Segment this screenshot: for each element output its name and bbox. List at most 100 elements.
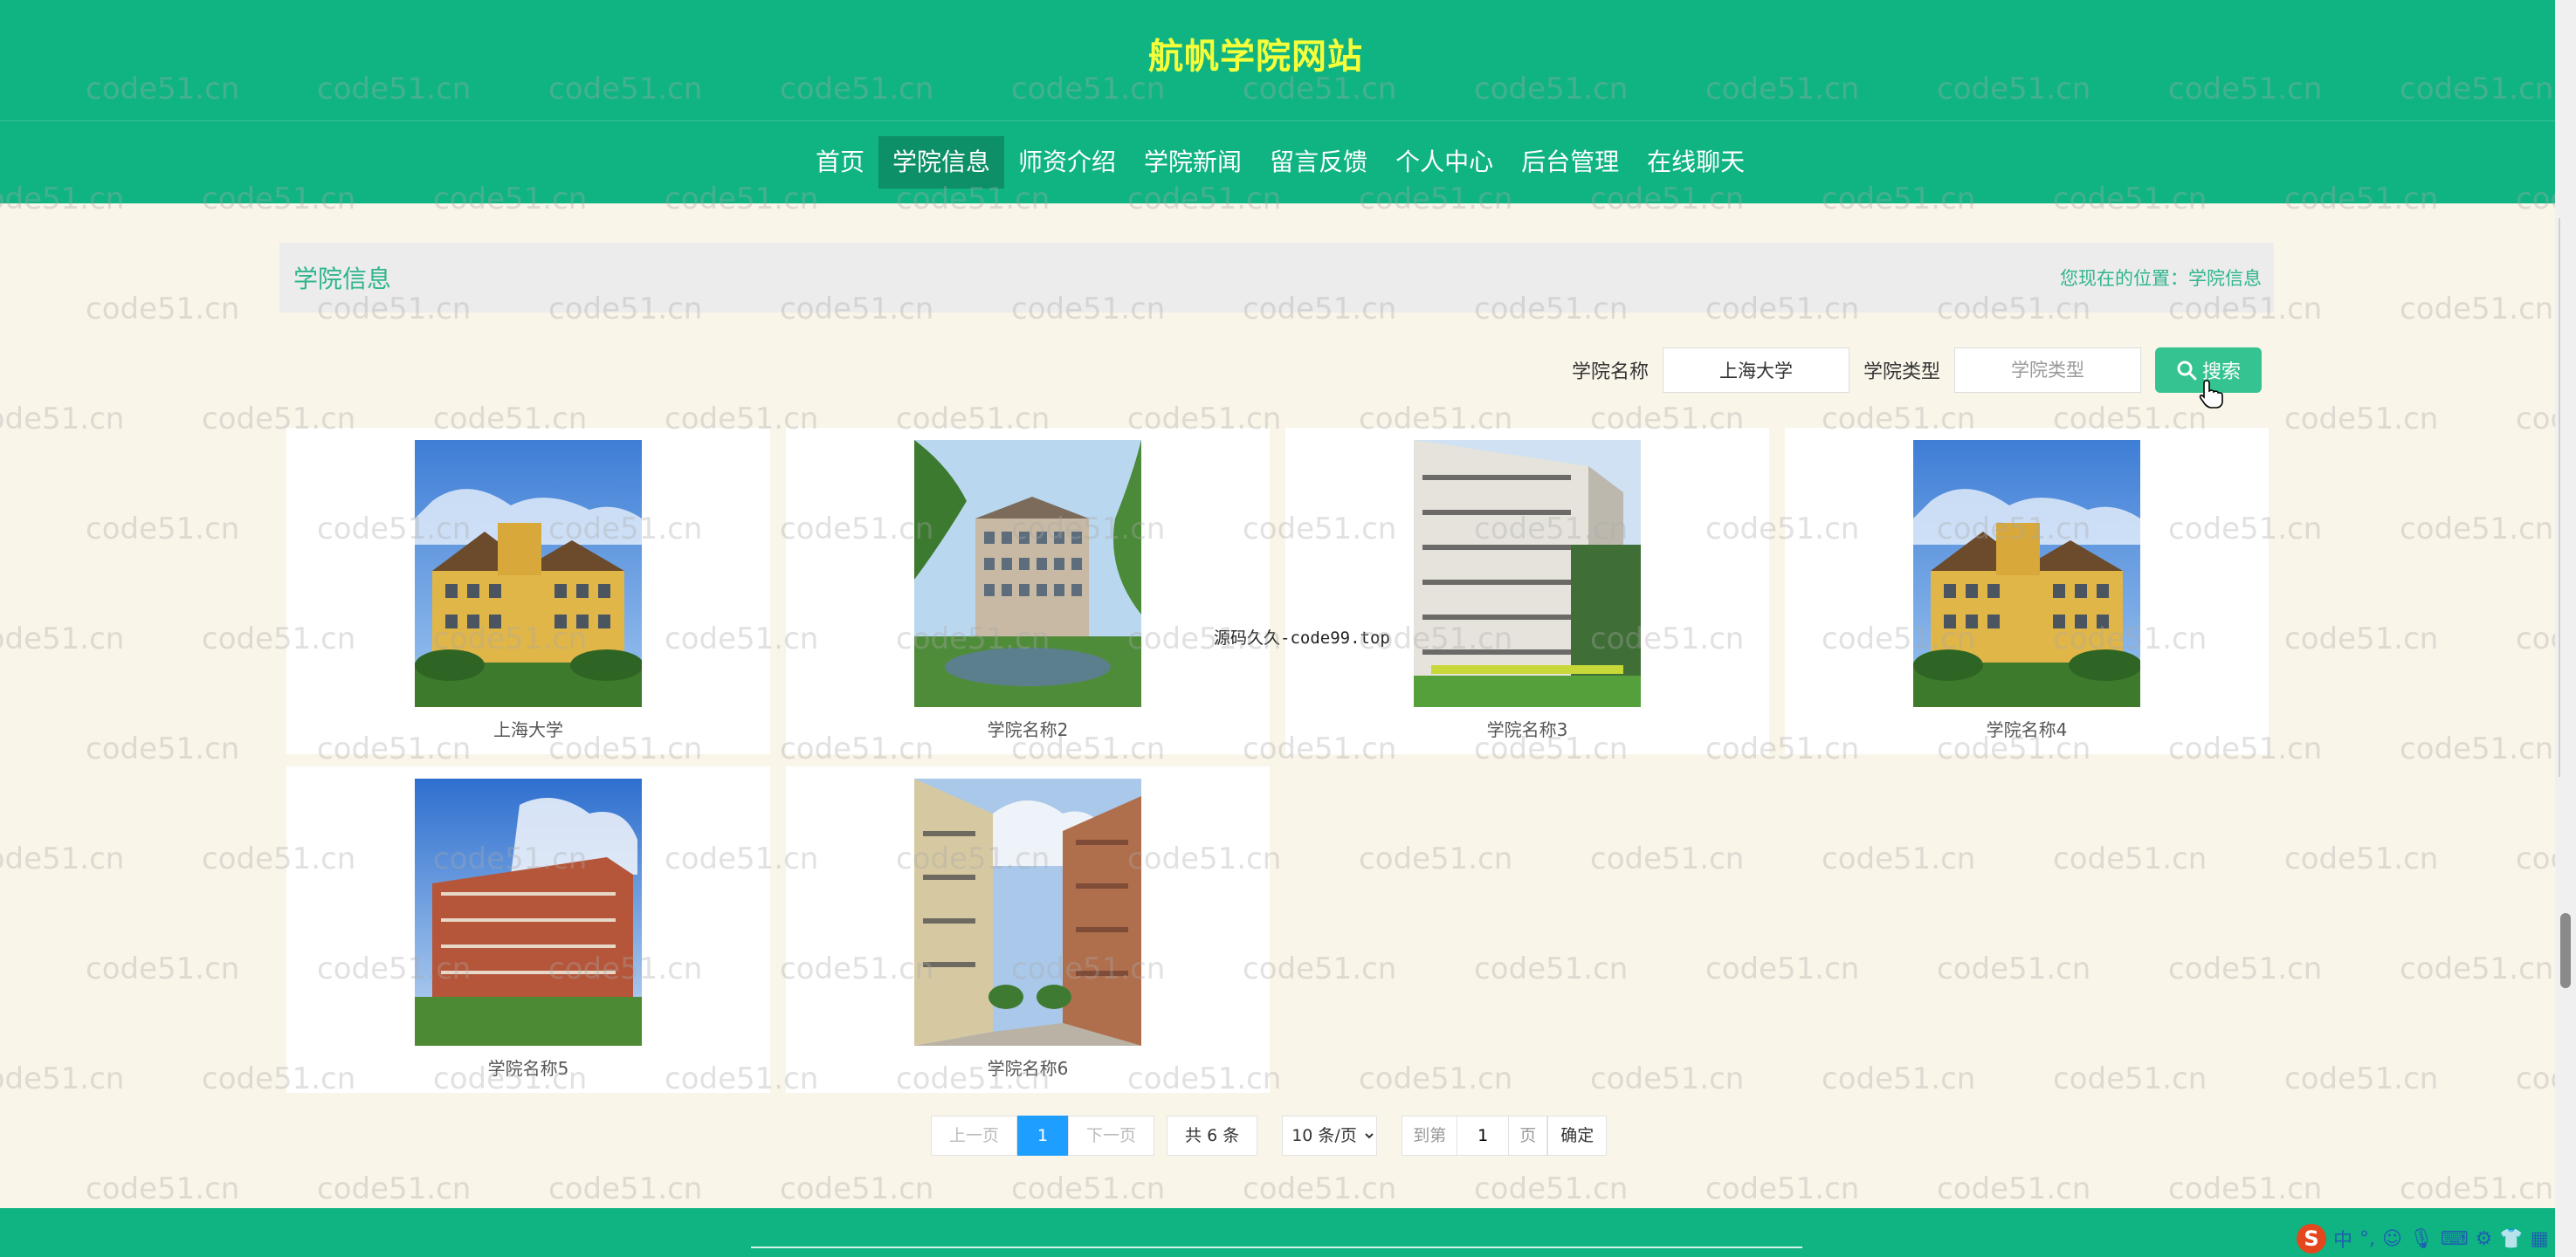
watermark-text: code51.cn [1359,1061,1513,1096]
nav-item-home[interactable]: 首页 [802,136,878,189]
watermark-text: code51.cn [2516,841,2555,876]
watermark-text: code51.cn [2400,951,2554,986]
search-form: 学院名称 学院类型 搜索 [1572,347,2263,393]
nav-item-feedback[interactable]: 留言反馈 [1256,136,1381,189]
watermark-text: code51.cn [1705,1171,1860,1206]
skin-icon[interactable]: 👕 [2499,1228,2523,1250]
watermark-text: code51.cn [1474,951,1629,986]
watermark-text: code51.cn [2053,841,2208,876]
watermark-text: code51.cn [86,951,240,986]
site-title: 航帆学院网站 [1148,37,1363,77]
footer-divider [751,1247,1802,1248]
nav-item-admin[interactable]: 后台管理 [1507,136,1633,189]
watermark-text: code51.cn [1705,951,1860,986]
college-image[interactable] [914,440,1141,707]
college-name[interactable]: 学院名称3 [1285,716,1769,741]
college-type-input[interactable] [1954,347,2142,393]
overlay-note: 源码久久-code99.top [1214,628,1390,648]
location-path: 您现在的位置：学院信息 [2060,264,2262,291]
page-number-current[interactable]: 1 [1017,1116,1069,1156]
watermark-text: code51.cn [2284,402,2439,436]
watermark-text: code51.cn [2516,402,2555,436]
college-image[interactable] [415,779,642,1046]
nav-item-personal-center[interactable]: 个人中心 [1381,136,1507,189]
watermark-text: code51.cn [0,402,125,436]
college-image[interactable] [914,779,1141,1046]
page-title: 学院信息 [293,264,392,293]
hand-cursor-icon [2199,380,2223,409]
grid-menu-icon[interactable]: ▦ [2531,1228,2549,1250]
watermark-text: code51.cn [86,292,240,326]
site-header: 航帆学院网站 首页 学院信息 师资介绍 学院新闻 留言反馈 个人中心 后台管理 … [0,0,2555,203]
watermark-text: code51.cn [86,732,240,766]
microphone-icon[interactable]: 🎙 [2409,1228,2434,1250]
college-image[interactable] [1913,440,2140,707]
college-card[interactable]: 学院名称4 [1785,428,2269,754]
site-footer [0,1208,2555,1257]
college-name[interactable]: 上海大学 [286,716,770,741]
watermark-text: code51.cn [2516,622,2555,656]
watermark-text: code51.cn [0,622,125,656]
ime-toolbar: S 中 °, ☺ 🎙 ⌨ ⚙ 👕 ▦ [2297,1222,2549,1255]
watermark-text: code51.cn [317,1171,472,1206]
goto-confirm-button[interactable]: 确定 [1547,1116,1608,1156]
nav-item-faculty[interactable]: 师资介绍 [1004,136,1130,189]
college-card[interactable]: 学院名称6 [786,766,1270,1093]
page-unit-label: 页 [1509,1116,1548,1156]
prev-page-button[interactable]: 上一页 [931,1116,1018,1156]
college-card[interactable]: 学院名称2 [786,428,1270,754]
watermark-text: code51.cn [1822,1061,1976,1096]
watermark-text: code51.cn [1937,951,2091,986]
college-name[interactable]: 学院名称6 [786,1054,1270,1080]
page-scrollbar[interactable] [2555,0,2576,1257]
watermark-text: code51.cn [1359,841,1513,876]
watermark-text: code51.cn [1590,1061,1745,1096]
keyboard-icon[interactable]: ⌨ [2441,1228,2469,1250]
nav-item-news[interactable]: 学院新闻 [1130,136,1256,189]
total-count: 共 6 条 [1167,1116,1258,1156]
college-type-label: 学院类型 [1863,361,1941,383]
college-name[interactable]: 学院名称2 [786,716,1270,741]
watermark-text: code51.cn [2284,841,2439,876]
goto-page-input[interactable] [1457,1116,1510,1156]
college-card[interactable]: 学院名称3 [1285,428,1769,754]
college-name-input[interactable] [1663,347,1850,393]
main-nav: 首页 学院信息 师资介绍 学院新闻 留言反馈 个人中心 后台管理 在线聊天 [0,120,2555,201]
breadcrumb: 学院信息 您现在的位置：学院信息 [279,243,2274,313]
watermark-text: code51.cn [780,1171,934,1206]
watermark-text: code51.cn [1937,1171,2091,1206]
punctuation-icon[interactable]: °, [2359,1228,2375,1250]
watermark-text: code51.cn [2168,951,2323,986]
college-image[interactable] [1414,440,1641,707]
watermark-text: code51.cn [1474,1171,1629,1206]
next-page-button[interactable]: 下一页 [1068,1116,1155,1156]
watermark-text: code51.cn [548,1171,703,1206]
watermark-text: code51.cn [1590,841,1745,876]
nav-item-college-info[interactable]: 学院信息 [878,136,1005,189]
college-card[interactable]: 上海大学 [286,428,770,754]
watermark-text: code51.cn [86,1171,240,1206]
college-card[interactable]: 学院名称5 [286,766,770,1093]
college-image[interactable] [415,440,642,707]
goto-label: 到第 [1402,1116,1457,1156]
sogou-logo-icon[interactable]: S [2297,1224,2326,1254]
nav-item-online-chat[interactable]: 在线聊天 [1633,136,1759,189]
page-size-select[interactable]: 10 条/页 [1282,1116,1378,1156]
college-name[interactable]: 学院名称5 [286,1054,770,1080]
watermark-text: code51.cn [2516,1061,2555,1096]
watermark-text: code51.cn [1011,1171,1166,1206]
watermark-text: code51.cn [2400,1171,2554,1206]
scroll-thumb[interactable] [2560,913,2571,988]
location-label: 您现在的位置： [2060,268,2188,289]
college-name[interactable]: 学院名称4 [1785,716,2269,741]
watermark-text: code51.cn [2284,1061,2439,1096]
watermark-text: code51.cn [2168,1171,2323,1206]
toolbox-icon[interactable]: ⚙ [2476,1228,2493,1250]
watermark-text: code51.cn [2400,292,2554,326]
emoji-icon[interactable]: ☺ [2382,1228,2402,1250]
scroll-track [2559,218,2560,777]
location-current-link[interactable]: 学院信息 [2188,268,2262,289]
ime-mode-label[interactable]: 中 [2333,1225,2352,1253]
college-name-label: 学院名称 [1572,361,1650,383]
watermark-text: code51.cn [1822,841,1976,876]
